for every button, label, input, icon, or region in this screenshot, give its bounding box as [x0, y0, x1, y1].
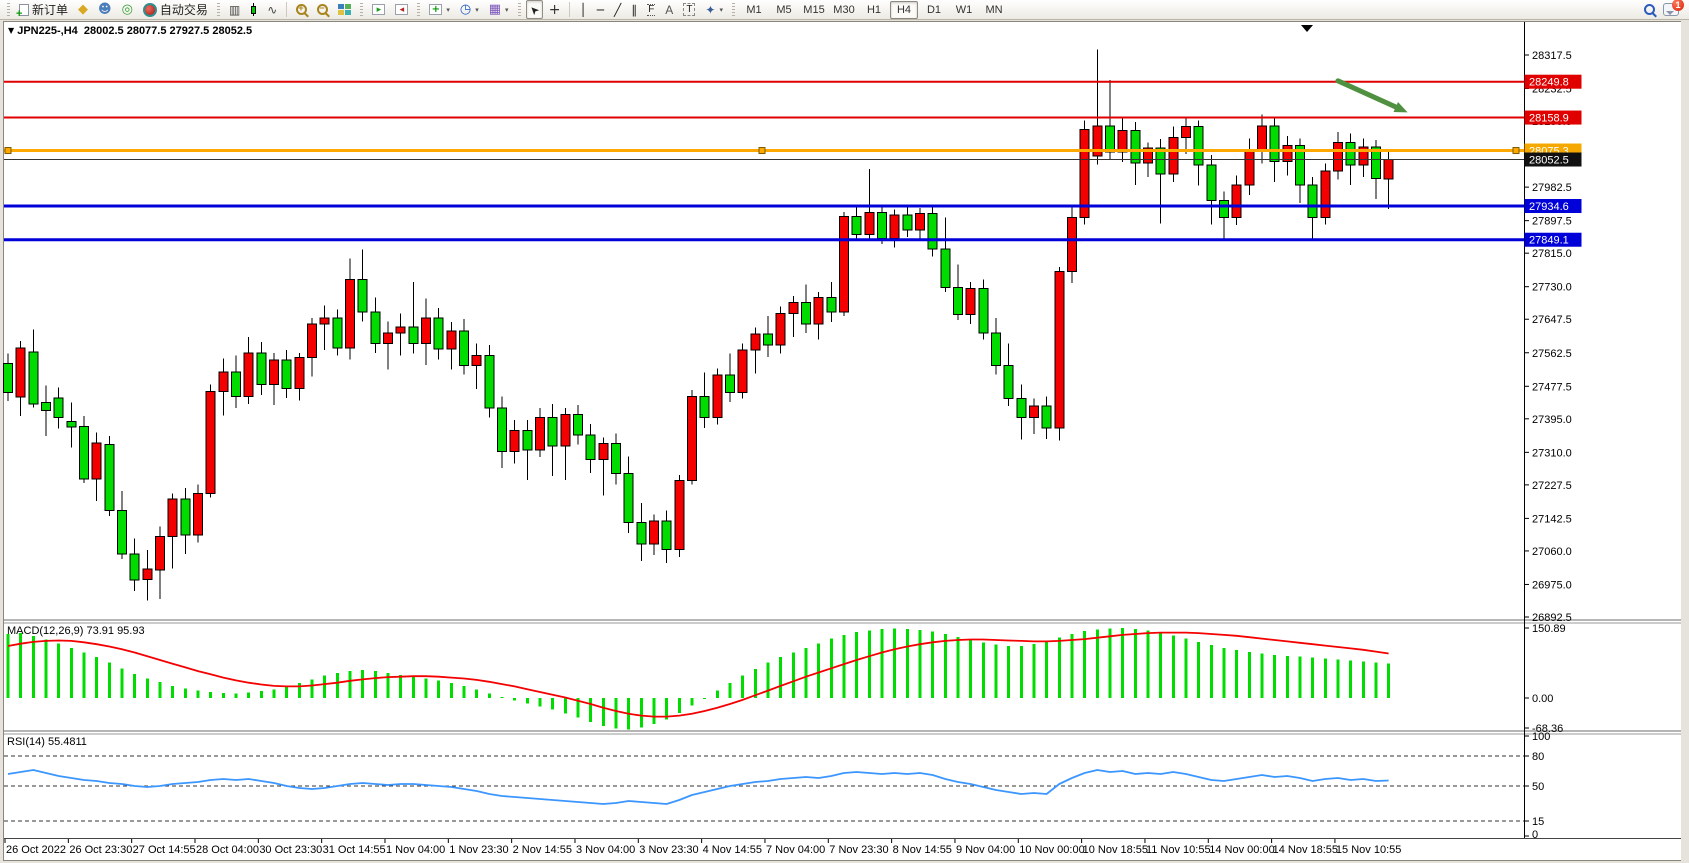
auto-trading-icon: [143, 3, 157, 17]
toolbar-grip: [518, 3, 521, 17]
line-handle[interactable]: [5, 148, 11, 154]
line-handle[interactable]: [1513, 148, 1519, 154]
cursor-tool-button[interactable]: ➤: [526, 0, 543, 19]
data-window-icon: ☻: [98, 4, 112, 16]
trendline-icon: ╱: [614, 4, 621, 16]
rsi-value: 55.4811: [48, 736, 87, 748]
toolbar-separator: [286, 2, 287, 17]
chevron-down-icon: ▾: [446, 6, 450, 14]
macd-indicator-label: MACD(12,26,9) 73.91 95.93: [7, 625, 145, 637]
new-chart-button[interactable]: + ▾: [425, 0, 454, 19]
zoom-out-button[interactable]: −: [313, 0, 332, 19]
chevron-down-icon: ▾: [719, 6, 723, 14]
auto-trading-label: 自动交易: [160, 1, 208, 18]
timeframe-m1-button[interactable]: M1: [740, 1, 768, 19]
navigator-button[interactable]: ◎: [118, 0, 137, 19]
fibonacci-icon: F: [647, 4, 655, 16]
templates-button[interactable]: ▦ ▾: [485, 0, 513, 19]
toolbar-grip: [217, 3, 220, 17]
auto-scroll-icon: ▸: [372, 4, 385, 15]
timeframe-m5-button[interactable]: M5: [770, 1, 798, 19]
price-axis[interactable]: [1525, 22, 1681, 838]
line-handle[interactable]: [759, 148, 765, 154]
tile-windows-icon: [338, 4, 351, 15]
new-order-label: 新订单: [32, 1, 68, 18]
new-chart-icon: +: [429, 4, 442, 15]
auto-trading-button[interactable]: 自动交易: [139, 0, 212, 19]
timeframe-h4-button[interactable]: H4: [890, 1, 918, 19]
auto-scroll-button[interactable]: ▸: [368, 0, 389, 19]
zoom-in-icon: +: [296, 4, 307, 15]
time-axis[interactable]: [4, 839, 1681, 860]
market-watch-button[interactable]: ◆: [74, 0, 92, 19]
toolbar-grip: [732, 3, 735, 17]
new-order-button[interactable]: 新订单: [15, 0, 72, 19]
symbol-title: ▼ JPN225-,H4 28002.5 28077.5 27927.5 280…: [8, 25, 252, 37]
vertical-line-tool-button[interactable]: │: [575, 0, 590, 19]
notification-badge: 1: [1672, 0, 1684, 11]
toolbar-grip: [360, 3, 363, 17]
toolbar-grip: [417, 3, 420, 17]
timeframe-d1-button[interactable]: D1: [920, 1, 948, 19]
bar-chart-icon: ▥: [229, 4, 240, 16]
macd-values: 73.91 95.93: [86, 625, 144, 637]
vertical-line-icon: │: [579, 4, 586, 16]
search-icon[interactable]: [1644, 4, 1655, 15]
chevron-down-icon: ▾: [505, 6, 509, 14]
rsi-indicator-label: RSI(14) 55.4811: [7, 736, 87, 748]
horizontal-line-tool-button[interactable]: ─: [593, 0, 608, 19]
text-label-icon: T: [683, 3, 695, 16]
crosshair-tool-button[interactable]: +: [545, 0, 565, 19]
navigator-icon: ◎: [122, 4, 133, 16]
chart-shift-icon: ◂: [395, 4, 408, 15]
toolbar-separator: [569, 2, 570, 17]
new-order-icon: [19, 4, 29, 16]
timeframe-m30-button[interactable]: M30: [830, 1, 858, 19]
arrows-tool-icon: ✦: [705, 4, 715, 16]
horizontal-line-icon: ─: [597, 4, 604, 16]
symbol-dropdown-icon[interactable]: ▼: [8, 26, 14, 35]
toolbar-right-group: 1: [1644, 3, 1685, 16]
zoom-in-button[interactable]: +: [292, 0, 311, 19]
crosshair-icon: +: [549, 4, 561, 16]
periods-button[interactable]: ◷ ▾: [456, 0, 483, 19]
text-tool-button[interactable]: A: [661, 0, 677, 19]
chart-plot-area[interactable]: [4, 22, 1524, 620]
chevron-down-icon: ▾: [475, 6, 479, 14]
toolbar-grip: [7, 3, 10, 17]
text-tool-icon: A: [665, 3, 673, 17]
zoom-out-icon: −: [317, 4, 328, 15]
arrows-tool-button[interactable]: ✦ ▾: [701, 0, 727, 19]
cursor-icon: ➤: [527, 2, 542, 17]
clock-icon: ◷: [460, 4, 471, 16]
main-toolbar: 新订单 ◆ ☻ ◎ 自动交易 ▥ ∿ + − ▸ ◂ +: [0, 0, 1689, 20]
timeframe-m15-button[interactable]: M15: [800, 1, 828, 19]
timeframe-w1-button[interactable]: W1: [950, 1, 978, 19]
timeframe-h1-button[interactable]: H1: [860, 1, 888, 19]
symbol-name: JPN225-,H4: [17, 25, 78, 37]
line-chart-button[interactable]: ∿: [263, 0, 281, 19]
candlestick-chart-button[interactable]: [246, 0, 261, 19]
symbol-ohlc: 28002.5 28077.5 27927.5 28052.5: [84, 25, 252, 37]
text-label-tool-button[interactable]: T: [679, 0, 699, 19]
equidistant-channel-icon: ∥: [631, 4, 637, 16]
bar-chart-button[interactable]: ▥: [225, 0, 244, 19]
chart-shift-button[interactable]: ◂: [391, 0, 412, 19]
candlestick-chart-icon: [250, 3, 257, 16]
market-watch-icon: ◆: [78, 4, 88, 16]
tile-windows-button[interactable]: [334, 0, 355, 19]
timeframe-group: M1M5M15M30H1H4D1W1MN: [740, 1, 1008, 19]
line-chart-icon: ∿: [267, 4, 277, 16]
channel-tool-button[interactable]: ∥: [627, 0, 641, 19]
chat-icon[interactable]: 1: [1663, 3, 1679, 16]
trendline-tool-button[interactable]: ╱: [610, 0, 625, 19]
templates-icon: ▦: [489, 4, 501, 16]
data-window-button[interactable]: ☻: [94, 0, 116, 19]
timeframe-mn-button[interactable]: MN: [980, 1, 1008, 19]
fibonacci-tool-button[interactable]: F: [643, 0, 659, 19]
